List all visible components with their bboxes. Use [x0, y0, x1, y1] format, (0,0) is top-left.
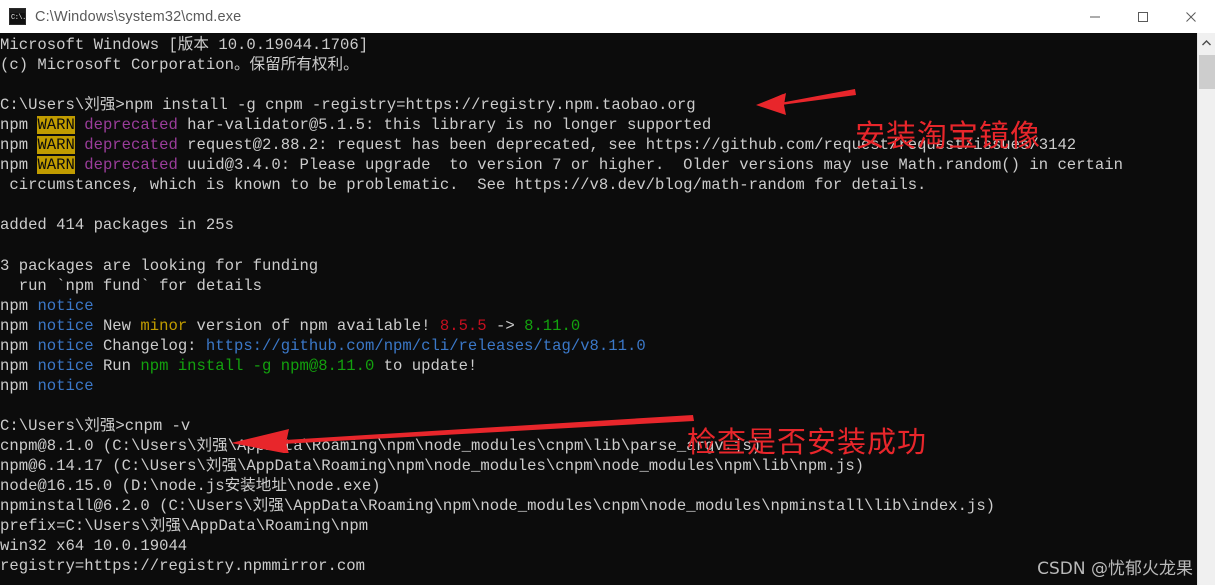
console-span: notice: [37, 336, 94, 355]
console-span: prefix=C:\Users\刘强\AppData\Roaming\npm: [0, 517, 369, 536]
console-span: npm: [0, 336, 38, 355]
console-span: (c) Microsoft Corporation。保留所有权利。: [0, 56, 359, 75]
console-line: 3 packages are looking for funding: [0, 256, 1200, 276]
console-line: registry=https://registry.npmmirror.com: [0, 556, 1200, 576]
console-span: win32 x64 10.0.19044: [0, 537, 188, 556]
console-span: New: [93, 316, 141, 335]
console-span: minor: [140, 316, 188, 335]
console-line: added 414 packages in 25s: [0, 215, 1200, 235]
console-span: uuid@3.4.0: Please upgrade to version 7 …: [177, 156, 1123, 175]
chevron-up-icon[interactable]: [1198, 33, 1215, 53]
console-span: added 414 packages in 25s: [0, 216, 234, 235]
console-span: npm: [0, 296, 38, 315]
console-line: npm notice: [0, 376, 1200, 396]
window-title: C:\Windows\system32\cmd.exe: [35, 8, 242, 25]
console-span: 8.5.5: [439, 316, 487, 335]
cmd-window: C:\. C:\Windows\system32\cmd.exe Microso…: [0, 0, 1215, 585]
console-span: notice: [37, 356, 94, 375]
console-output-area[interactable]: Microsoft Windows [版本 10.0.19044.1706] (c…: [0, 33, 1215, 585]
console-line: npm notice Changelog: https://github.com…: [0, 336, 1200, 356]
console-span: C:\Users\刘强>npm install -g cnpm -registr…: [0, 96, 696, 115]
console-span: npm: [0, 356, 38, 375]
console-line: npminstall@6.2.0 (C:\Users\刘强\AppData\Ro…: [0, 496, 1200, 516]
console-line: prefix=C:\Users\刘强\AppData\Roaming\npm: [0, 516, 1200, 536]
console-span: circumstances, which is known to be prob…: [0, 176, 927, 195]
console-span: WARN: [37, 116, 75, 135]
console-span: Changelog:: [93, 336, 206, 355]
console-line: node@16.15.0 (D:\node.js安装地址\node.exe): [0, 476, 1200, 496]
annotation-install-mirror: 安装淘宝镜像: [855, 119, 1041, 154]
console-span: [75, 116, 84, 134]
console-span: npm: [0, 116, 38, 135]
console-span: npminstall@6.2.0 (C:\Users\刘强\AppData\Ro…: [0, 497, 996, 516]
console-span: Microsoft Windows [版本 10.0.19044.1706]: [0, 36, 369, 54]
console-span: notice: [37, 296, 94, 315]
console-line: Microsoft Windows [版本 10.0.19044.1706]: [0, 35, 1200, 55]
console-span: ->: [486, 316, 525, 335]
csdn-watermark: CSDN @忧郁火龙果: [1037, 559, 1193, 579]
console-line: npm@6.14.17 (C:\Users\刘强\AppData\Roaming…: [0, 456, 1200, 476]
console-span: WARN: [37, 136, 75, 155]
close-button[interactable]: [1167, 0, 1215, 33]
maximize-button[interactable]: [1119, 0, 1167, 33]
console-line: npm notice New minor version of npm avai…: [0, 316, 1200, 336]
annotation-check-success: 检查是否安装成功: [687, 425, 928, 459]
console-line: run `npm fund` for details: [0, 276, 1200, 296]
console-span: version of npm available!: [187, 316, 440, 335]
console-span: notice: [37, 376, 94, 395]
console-span: WARN: [37, 156, 75, 175]
console-span: 3 packages are looking for funding: [0, 256, 319, 275]
console-line: (c) Microsoft Corporation。保留所有权利。: [0, 55, 1200, 75]
console-span: deprecated: [84, 156, 178, 175]
console-line: circumstances, which is known to be prob…: [0, 175, 1200, 195]
title-bar[interactable]: C:\. C:\Windows\system32\cmd.exe: [0, 0, 1215, 33]
console-span: [75, 136, 84, 154]
cmd-icon: C:\.: [9, 8, 26, 25]
console-line: npm notice: [0, 296, 1200, 316]
console-line: npm notice Run npm install -g npm@8.11.0…: [0, 356, 1200, 376]
console-span: Run: [93, 356, 141, 375]
console-span: npm: [0, 136, 38, 155]
console-span: npm: [0, 156, 38, 175]
window-controls: [1071, 0, 1215, 33]
console-line: win32 x64 10.0.19044: [0, 536, 1200, 556]
console-span: har-validator@5.1.5: this library is no …: [177, 116, 712, 135]
vertical-scrollbar[interactable]: [1197, 33, 1215, 585]
console-span: npm: [0, 316, 38, 335]
console-span: deprecated: [84, 116, 178, 135]
console-span: 8.11.0: [524, 316, 581, 335]
arrow-to-install-command: [756, 89, 856, 115]
console-span: npm install -g npm@8.11.0: [140, 356, 375, 375]
console-span: npm: [0, 376, 38, 395]
console-span: C:\Users\刘强>cnpm -v: [0, 416, 191, 435]
minimize-button[interactable]: [1071, 0, 1119, 33]
console-span: registry=https://registry.npmmirror.com: [0, 557, 365, 576]
console-span: https://github.com/npm/cli/releases/tag/…: [205, 336, 646, 355]
console-span: notice: [37, 316, 94, 335]
arrow-to-version-command: [231, 415, 694, 453]
console-span: to update!: [374, 356, 478, 375]
console-line: npm WARN deprecated uuid@3.4.0: Please u…: [0, 155, 1200, 175]
console-span: [75, 156, 84, 174]
console-span: run `npm fund` for details: [0, 276, 263, 295]
console-span: node@16.15.0 (D:\node.js安装地址\node.exe): [0, 477, 381, 496]
scrollbar-thumb[interactable]: [1199, 55, 1215, 89]
console-span: deprecated: [84, 136, 178, 155]
